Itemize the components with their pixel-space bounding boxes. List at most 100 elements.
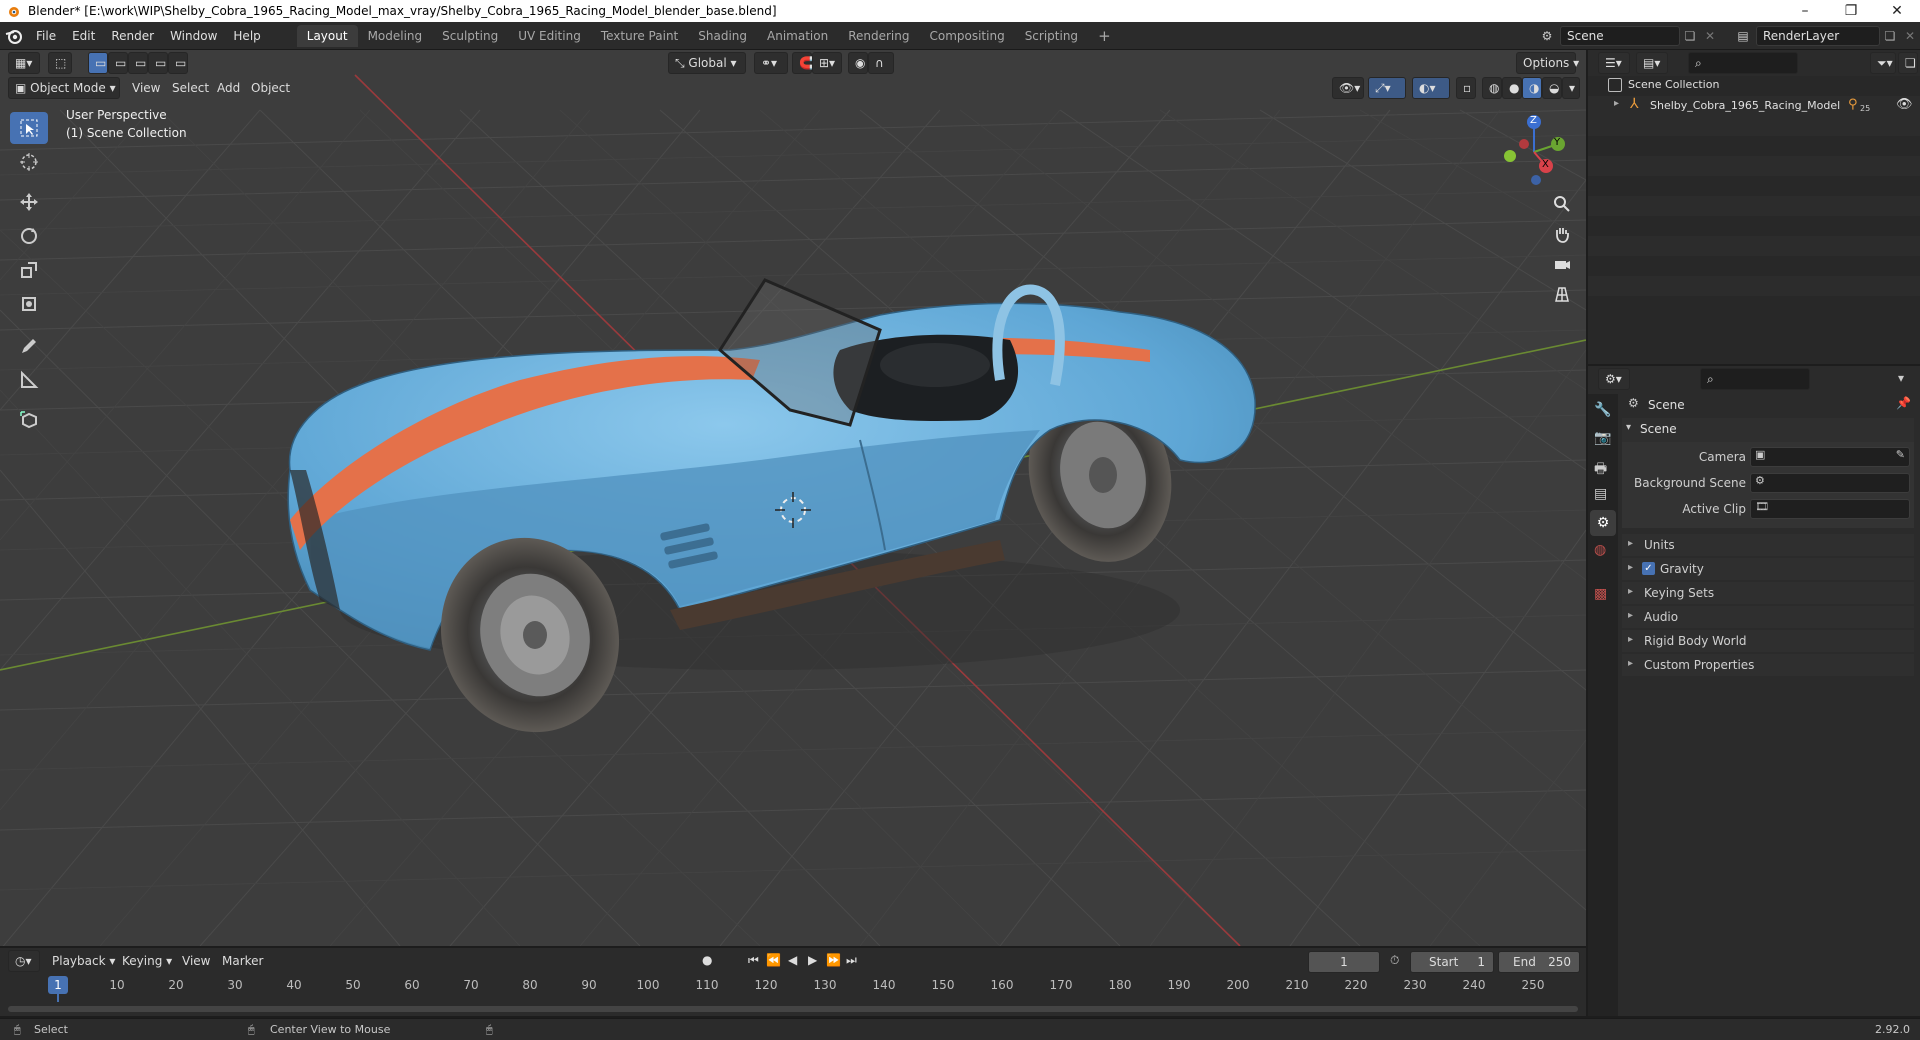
play-button[interactable]: ▶ (808, 953, 817, 967)
texture-tab-icon[interactable]: ▩ (1594, 586, 1607, 602)
tab-uv-editing[interactable]: UV Editing (508, 25, 591, 47)
tab-shading[interactable]: Shading (688, 25, 757, 47)
viewport-menu-add[interactable]: Add (217, 77, 240, 99)
properties-editor-type-button[interactable]: ⚙▾ (1598, 368, 1630, 390)
menu-help[interactable]: Help (225, 22, 268, 50)
tab-sculpting[interactable]: Sculpting (432, 25, 508, 47)
expand-arrow-icon[interactable]: ▸ (1614, 98, 1619, 109)
start-frame-field[interactable]: Start 1 (1410, 951, 1494, 973)
playhead[interactable]: 1 (48, 976, 68, 994)
play-reverse-button[interactable]: ◀ (788, 953, 797, 967)
snap-target-dropdown[interactable]: ⊞▾ (812, 52, 842, 74)
overlay-toggle[interactable]: ◐▾ (1412, 77, 1450, 99)
world-tab-icon[interactable]: ◍ (1594, 542, 1606, 558)
timeline-editor-type-button[interactable]: ◷▾ (8, 950, 40, 972)
scale-tool[interactable] (10, 254, 48, 286)
units-section[interactable]: ▸ Units (1622, 534, 1914, 556)
move-tool[interactable] (10, 186, 48, 218)
tab-modeling[interactable]: Modeling (358, 25, 433, 47)
jump-end-button[interactable]: ⏭ (846, 953, 857, 968)
keying-sets-section[interactable]: ▸ Keying Sets (1622, 582, 1914, 604)
xray-toggle[interactable]: ▫ (1456, 77, 1476, 99)
editor-type-button[interactable]: ▦▾ (8, 52, 40, 74)
rotate-tool[interactable] (10, 220, 48, 252)
view-layer-field[interactable]: RenderLayer (1756, 25, 1880, 46)
jump-start-button[interactable]: ⏮ (748, 953, 759, 968)
timeline-scrollbar[interactable] (8, 1006, 1578, 1012)
render-tab-icon[interactable]: 📷 (1594, 430, 1611, 446)
tool-tab-icon[interactable]: 🔧 (1594, 402, 1611, 418)
maximize-button[interactable]: ❐ (1828, 3, 1874, 19)
annotate-tool[interactable] (10, 330, 48, 362)
navigation-gizmo[interactable]: Z Y X (1494, 110, 1574, 190)
tab-compositing[interactable]: Compositing (919, 25, 1014, 47)
cursor-tool[interactable] (10, 146, 48, 178)
blender-logo-icon[interactable] (0, 22, 28, 50)
record-button[interactable]: ● (702, 953, 712, 967)
timeline-menu-marker[interactable]: Marker (222, 950, 263, 972)
select-mode-subtract-button[interactable]: ▭ (128, 52, 148, 74)
menu-render[interactable]: Render (103, 22, 162, 50)
close-button[interactable]: ✕ (1874, 3, 1920, 19)
rigid-body-world-section[interactable]: ▸ Rigid Body World (1622, 630, 1914, 652)
background-scene-field[interactable]: ⚙ (1750, 473, 1910, 493)
zoom-view-button[interactable] (1548, 190, 1576, 218)
jump-keyframe-forward-button[interactable]: ⏩ (826, 953, 841, 967)
timeline-menu-keying[interactable]: Keying ▾ (122, 950, 172, 972)
new-scene-icon[interactable]: ❏ (1680, 29, 1700, 43)
add-workspace-button[interactable]: + (1088, 25, 1121, 47)
viewport-menu-view[interactable]: View (132, 77, 160, 99)
scene-selector-icon[interactable]: ⚙ (1534, 29, 1560, 43)
select-box-tool[interactable] (10, 112, 48, 144)
select-mode-intersect-button[interactable]: ▭ (168, 52, 188, 74)
viewport-menu-select[interactable]: Select (172, 77, 209, 99)
tab-texture-paint[interactable]: Texture Paint (591, 25, 688, 47)
current-frame-field[interactable]: 1 (1308, 951, 1380, 973)
outliner-search-input[interactable]: ⌕ (1688, 52, 1798, 74)
tab-animation[interactable]: Animation (757, 25, 838, 47)
tab-layout[interactable]: Layout (296, 24, 358, 47)
timeline-menu-view[interactable]: View (182, 950, 210, 972)
scene-panel-header[interactable]: ▾ Scene (1622, 418, 1914, 442)
3d-viewport[interactable]: ▦▾ ⬚ ▭ ▭ ▭ ▭ ▭ ⤡ Global ▾ ⚭▾ 🧲 ⊞▾ ◉ ∩ Op… (0, 50, 1586, 946)
menu-edit[interactable]: Edit (64, 22, 103, 50)
stopwatch-icon[interactable]: ⏱ (1390, 953, 1399, 968)
pin-icon[interactable]: 📌 (1896, 396, 1911, 410)
properties-search-input[interactable]: ⌕ (1700, 368, 1810, 390)
perspective-toggle-button[interactable] (1548, 280, 1576, 308)
camera-view-button[interactable] (1548, 250, 1576, 278)
minimize-button[interactable]: – (1782, 3, 1828, 19)
frame-ruler[interactable]: 10 20 30 40 50 60 70 80 90 100 110 120 130 140 150 160 1… (0, 974, 1586, 1002)
gizmo-toggle[interactable]: ⤢▾ (1368, 77, 1406, 99)
outliner-filter-button[interactable]: ⏷▾ (1870, 52, 1896, 74)
tab-scripting[interactable]: Scripting (1015, 25, 1088, 47)
active-clip-field[interactable]: 🎞 (1750, 499, 1910, 519)
options-dropdown[interactable]: Options ▾ (1516, 52, 1579, 74)
timeline-menu-playback[interactable]: Playback ▾ (52, 950, 115, 972)
interaction-mode-dropdown[interactable]: ▣ Object Mode ▾ (8, 77, 120, 99)
select-mode-extend-button[interactable]: ▭ (108, 52, 128, 74)
audio-section[interactable]: ▸ Audio (1622, 606, 1914, 628)
measure-tool[interactable] (10, 364, 48, 396)
viewport-menu-object[interactable]: Object (251, 77, 290, 99)
view-layer-icon[interactable]: ▤ (1730, 29, 1756, 43)
menu-window[interactable]: Window (162, 22, 225, 50)
outliner-editor-type-button[interactable]: ☰▾ (1598, 52, 1630, 74)
end-frame-field[interactable]: End 250 (1498, 951, 1580, 973)
visibility-dropdown[interactable]: 👁▾ (1332, 77, 1364, 99)
custom-properties-section[interactable]: ▸ Custom Properties (1622, 654, 1914, 676)
solid-shading-button[interactable]: ● (1502, 77, 1522, 99)
visibility-eye-icon[interactable]: 👁 (1896, 97, 1913, 112)
tab-rendering[interactable]: Rendering (838, 25, 919, 47)
add-cube-tool[interactable] (10, 404, 48, 436)
pan-view-button[interactable] (1548, 220, 1576, 248)
transform-orientation-dropdown[interactable]: ⤡ Global ▾ (668, 52, 746, 74)
delete-scene-icon[interactable]: ✕ (1700, 29, 1720, 43)
menu-file[interactable]: File (28, 22, 64, 50)
transform-tool[interactable] (10, 288, 48, 320)
proportional-edit-toggle[interactable]: ◉ (848, 52, 868, 74)
select-mode-invert-button[interactable]: ▭ (148, 52, 168, 74)
select-box-tool-button[interactable]: ⬚ (48, 52, 72, 74)
select-mode-new-button[interactable]: ▭ (88, 52, 108, 74)
delete-view-layer-icon[interactable]: ✕ (1900, 29, 1920, 43)
